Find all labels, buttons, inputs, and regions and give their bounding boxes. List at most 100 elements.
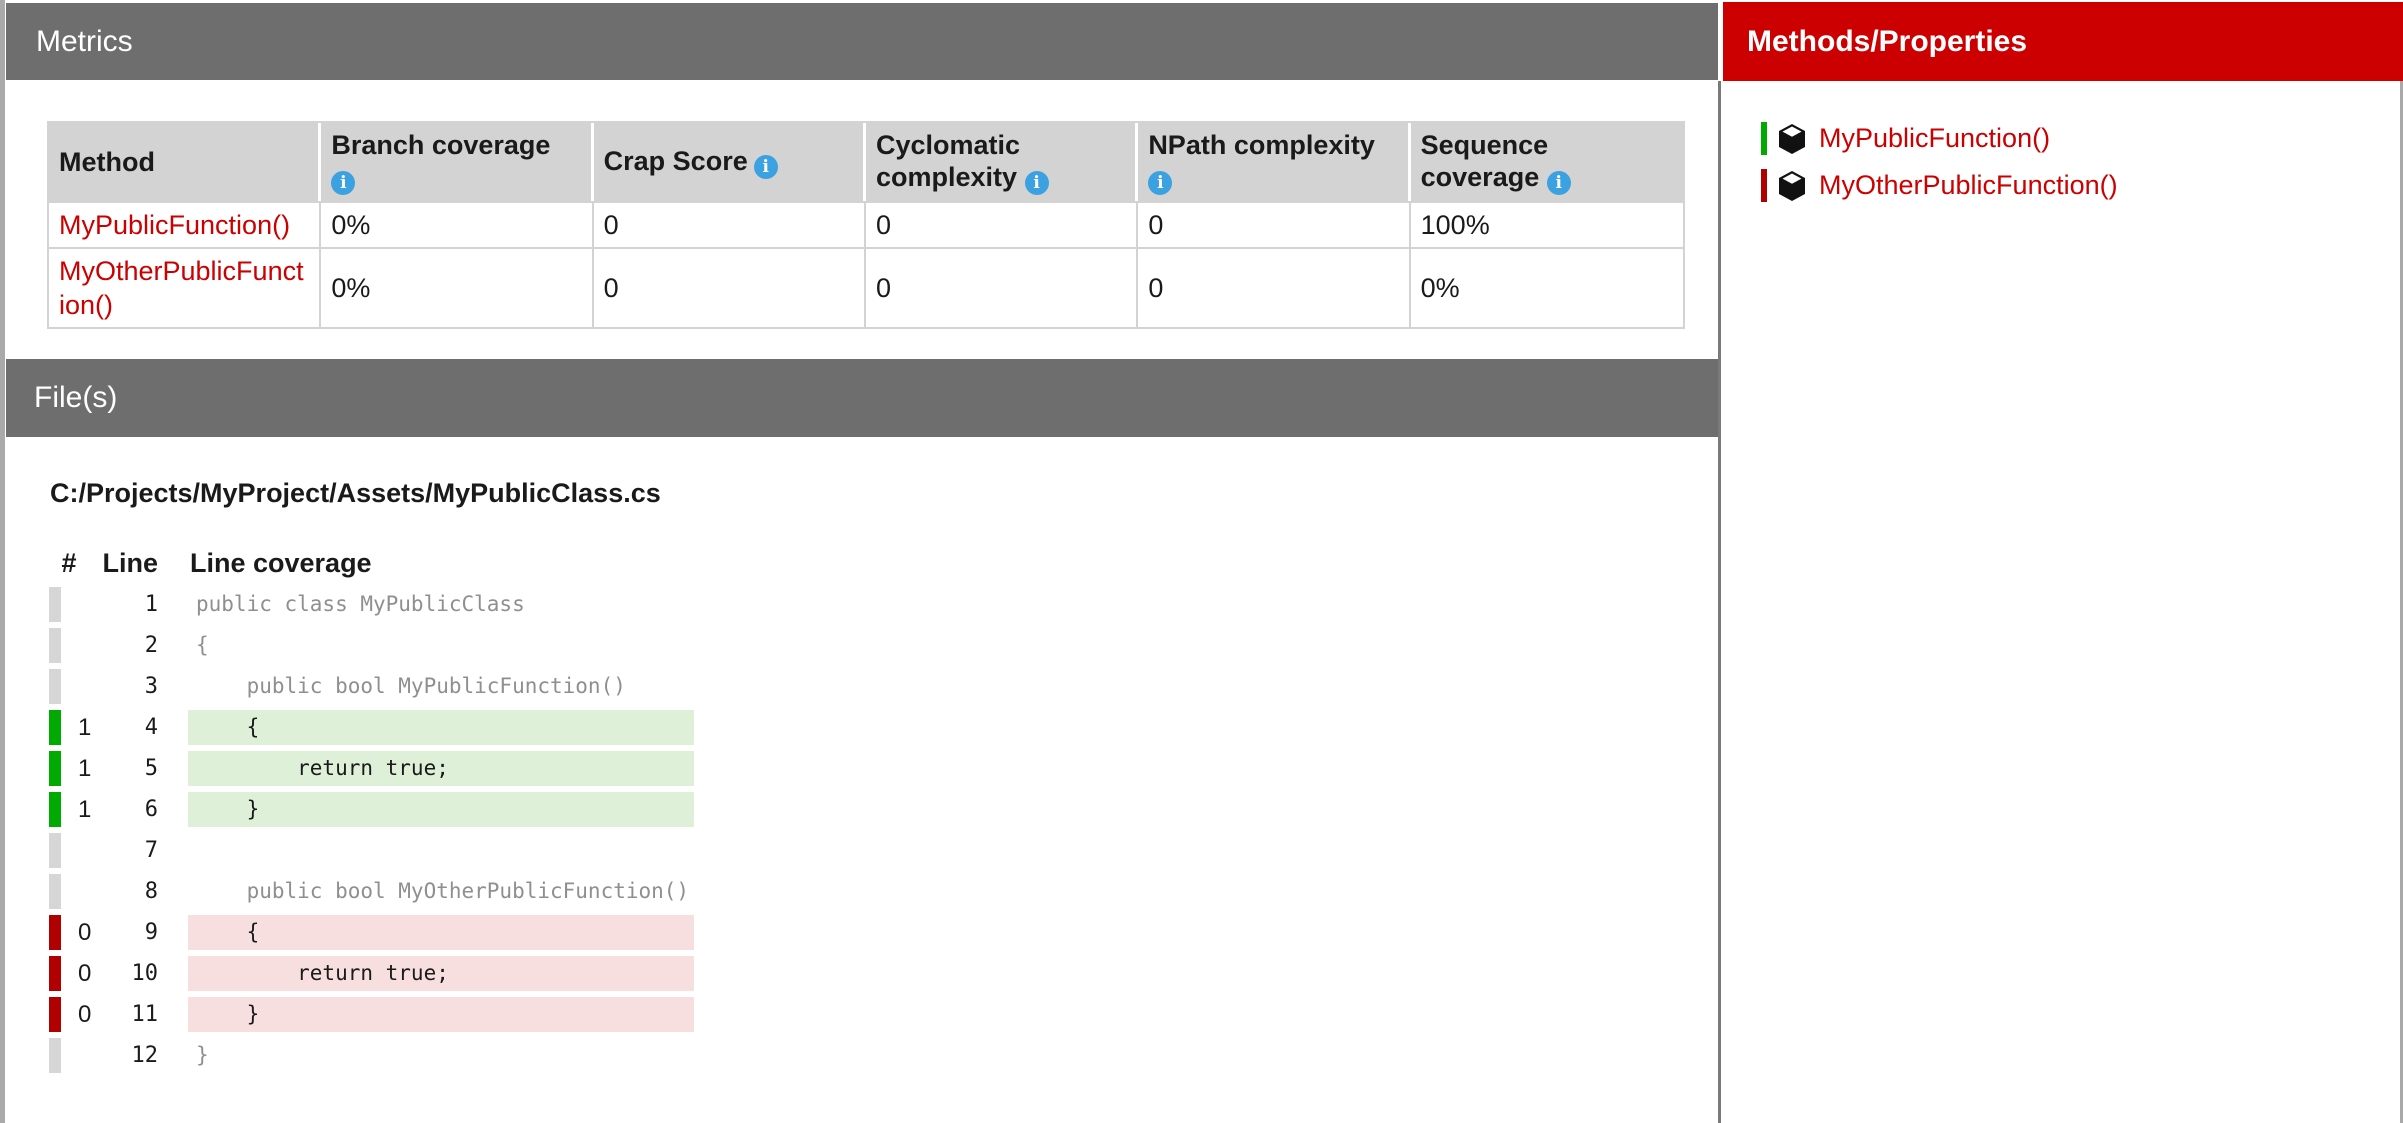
metric-value-cell: 0% [321,201,593,247]
line-number: 7 [88,830,158,871]
metric-value-cell: 0 [866,247,1138,327]
coverage-indicator-bar [49,874,61,909]
code-line-row: 011 } [0,994,1718,1035]
column-header-label: Sequence [1421,130,1549,160]
code-line-row: 15 return true; [0,748,1718,789]
sidebar-method-item[interactable]: MyOtherPublicFunction() [1722,162,2403,209]
column-header-branch-coverage: Branch coverage i [321,123,593,201]
line-coverage-table: 1public class MyPublicClass2{3 public bo… [0,584,1718,1076]
column-header-label: NPath complexity [1148,130,1375,160]
code-line-row: 2{ [0,625,1718,666]
code-text: } [188,1038,694,1073]
metrics-table-row: MyOtherPublicFunction()0%0000% [49,247,1683,327]
metric-value-cell: 0 [866,201,1138,247]
code-line-row: 12} [0,1035,1718,1076]
line-number: 8 [88,871,158,912]
content-sidebar-divider [1718,81,1721,1123]
metric-value-cell: 0 [1138,247,1410,327]
column-header-label-line2: complexity i [876,162,1049,192]
code-line-row: 1public class MyPublicClass [0,584,1718,625]
info-icon[interactable]: i [754,155,778,179]
line-number: 3 [88,666,158,707]
code-text: public bool MyOtherPublicFunction() [188,874,694,909]
code-line-row: 16 } [0,789,1718,830]
metrics-table-row: MyPublicFunction()0%000100% [49,201,1683,247]
cube-icon-svg [1779,124,1805,154]
code-line-row: 09 { [0,912,1718,953]
code-line-row: 7 [0,830,1718,871]
metrics-table: MethodBranch coverageiCrap ScoreiCycloma… [47,121,1685,329]
metric-value-cell: 100% [1411,201,1683,247]
metric-value-cell: 0 [594,247,866,327]
column-header-label-line2: coverage i [1421,162,1571,192]
info-icon[interactable]: i [1547,171,1571,195]
method-link[interactable]: MyOtherPublicFunction() [59,256,304,320]
coverage-indicator-bar [49,997,61,1032]
info-icon[interactable]: i [1025,171,1049,195]
column-header-crap-score: Crap Scorei [594,123,866,201]
cube-icon-svg [1779,171,1805,201]
info-icon[interactable]: i [331,171,355,195]
metric-value-cell: 0% [1411,247,1683,327]
metrics-title: Metrics [36,25,133,58]
coverage-indicator-bar [49,915,61,950]
coverage-indicator-bar [49,628,61,663]
code-text: return true; [188,956,694,991]
column-header-method: Method [49,123,321,201]
column-header-label-line2: i [1148,162,1172,192]
metrics-section-header: Metrics [6,3,1718,80]
column-header-label: Branch coverage [331,130,550,160]
coverage-column-header: Line coverage [190,546,372,580]
line-column-header: Line [88,546,158,580]
methods-properties-header: Methods/Properties [1723,2,2403,81]
methods-properties-title: Methods/Properties [1747,25,2027,58]
column-header-sequence: Sequencecoverage i [1411,123,1683,201]
column-header-label: Cyclomatic [876,130,1020,160]
methods-properties-list: MyPublicFunction()MyOtherPublicFunction(… [1722,115,2403,209]
code-text: { [188,710,694,745]
code-text: { [188,915,694,950]
method-link[interactable]: MyOtherPublicFunction() [1819,162,2118,209]
method-cell: MyPublicFunction() [49,201,321,247]
code-text: public bool MyPublicFunction() [188,669,694,704]
info-icon[interactable]: i [1148,171,1172,195]
metric-value-cell: 0 [594,201,866,247]
column-header-label: complexity [876,162,1025,192]
coverage-indicator-bar [49,587,61,622]
column-header-cyclomatic: Cyclomaticcomplexity i [866,123,1138,201]
coverage-indicator-bar [1761,122,1767,155]
column-header-label: coverage [1421,162,1547,192]
hits-column-header: # [49,546,89,580]
code-text: return true; [188,751,694,786]
coverage-report-page: { "metrics": { "title": "Metrics", "colu… [0,0,2403,1123]
coverage-indicator-bar [49,833,61,868]
method-link[interactable]: MyPublicFunction() [1819,115,2050,162]
column-header-npath-complexity: NPath complexity i [1138,123,1410,201]
code-text: { [188,628,694,663]
method-link[interactable]: MyPublicFunction() [59,210,290,240]
files-section-header: File(s) [6,359,1718,437]
column-header-label: Crap Score [604,146,748,176]
code-text [188,833,694,868]
line-number: 11 [88,994,158,1035]
code-text: } [188,792,694,827]
metrics-header-row: MethodBranch coverageiCrap ScoreiCycloma… [49,123,1683,201]
line-number: 1 [88,584,158,625]
line-number: 4 [88,707,158,748]
column-header-label-line2: i [331,162,355,192]
sidebar-method-item[interactable]: MyPublicFunction() [1722,115,2403,162]
code-line-row: 3 public bool MyPublicFunction() [0,666,1718,707]
code-line-row: 010 return true; [0,953,1718,994]
column-header-label: Method [59,147,155,177]
coverage-indicator-bar [49,710,61,745]
files-title: File(s) [34,381,117,414]
line-number: 2 [88,625,158,666]
coverage-indicator-bar [49,751,61,786]
line-number: 9 [88,912,158,953]
line-number: 5 [88,748,158,789]
file-path: C:/Projects/MyProject/Assets/MyPublicCla… [50,476,661,510]
coverage-indicator-bar [49,1038,61,1073]
code-text: } [188,997,694,1032]
code-line-row: 14 { [0,707,1718,748]
coverage-indicator-bar [49,669,61,704]
